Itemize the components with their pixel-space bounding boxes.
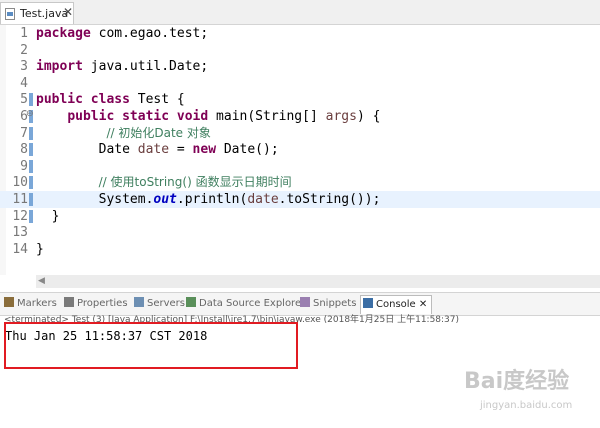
fold-icon[interactable]: ⊖ xyxy=(26,109,34,119)
change-marker xyxy=(29,143,33,157)
code-text: public static void main(String[] args) { xyxy=(67,109,381,124)
view-tab-label: Data Source Explorer xyxy=(199,298,306,309)
editor-tab-bar: Test.java ✕ xyxy=(0,0,600,25)
java-file-icon xyxy=(5,8,15,20)
line-number: 13 xyxy=(12,225,28,241)
view-tab-label: Snippets xyxy=(313,298,357,309)
code-text: } xyxy=(36,208,60,224)
view-tab-markers[interactable]: Markers xyxy=(4,297,57,311)
view-tab-console[interactable]: Console ✕ xyxy=(360,295,433,314)
code-line[interactable]: 1 package com.egao.test; xyxy=(0,25,600,42)
change-marker xyxy=(29,193,33,206)
line-number: 6 xyxy=(20,109,28,124)
code-text: // 使用toString() 函数显示日期时间 xyxy=(98,175,292,190)
code-line[interactable]: 8 Date date = new Date(); xyxy=(0,141,600,158)
code-line[interactable]: 6 ⊖ public static void main(String[] args… xyxy=(0,108,600,125)
code-line[interactable]: 14} xyxy=(0,241,600,258)
view-tab-properties[interactable]: Properties xyxy=(64,297,128,311)
line-number: 10 xyxy=(12,175,28,191)
code-text: package com.egao.test; xyxy=(36,26,209,41)
views-tab-bar: Markers Properties Servers Data Source Expl… xyxy=(0,292,600,316)
code-line[interactable]: 9 xyxy=(0,158,600,175)
view-tab-label: Markers xyxy=(17,298,57,309)
code-line[interactable]: 7 // 初始化Date 对象 xyxy=(0,125,600,142)
line-number: 12 xyxy=(12,208,28,224)
code-line[interactable]: 11 System.out.println(date.toString()); xyxy=(0,191,600,208)
console-icon xyxy=(363,298,373,308)
view-tab-data-source-explorer[interactable]: Data Source Explorer xyxy=(186,297,305,311)
view-tab-servers[interactable]: Servers xyxy=(134,297,185,311)
view-tab-label: Properties xyxy=(77,298,128,309)
watermark-logo: Bai度经验 xyxy=(464,369,570,394)
servers-icon xyxy=(134,297,144,307)
code-text: Date date = new Date(); xyxy=(36,142,279,158)
code-line[interactable]: 3 import java.util.Date; xyxy=(0,58,600,75)
horizontal-scrollbar[interactable]: ◀ xyxy=(36,275,600,288)
view-tab-label: Console xyxy=(376,299,416,310)
view-tab-snippets[interactable]: Snippets xyxy=(300,297,356,311)
line-number: 8 xyxy=(20,142,28,158)
code-line[interactable]: 10 // 使用toString() 函数显示日期时间 xyxy=(0,174,600,191)
snippets-icon xyxy=(300,297,310,307)
line-number: 7 xyxy=(20,125,28,141)
change-marker xyxy=(29,176,33,190)
close-icon[interactable]: ✕ xyxy=(63,5,73,19)
code-line[interactable]: 12 } xyxy=(0,208,600,225)
code-line[interactable]: 5 public class Test { xyxy=(0,91,600,108)
scroll-left-icon[interactable]: ◀ xyxy=(38,276,45,286)
line-number: 11 xyxy=(12,192,28,207)
view-tab-label: Servers xyxy=(147,298,186,309)
line-number: 14 xyxy=(12,241,28,257)
line-number: 9 xyxy=(20,158,28,174)
annotation-highlight-box xyxy=(4,322,298,369)
line-number: 4 xyxy=(20,75,28,91)
properties-icon xyxy=(64,297,74,307)
code-text: System.out.println(date.toString()); xyxy=(36,192,381,207)
code-line[interactable]: 4 xyxy=(0,75,600,92)
watermark-url: jingyan.baidu.com xyxy=(480,400,573,411)
data-source-explorer-icon xyxy=(186,297,196,307)
change-marker xyxy=(29,93,33,107)
change-marker xyxy=(29,209,33,223)
line-number: 3 xyxy=(20,59,28,75)
code-text: } xyxy=(36,241,44,257)
change-marker xyxy=(29,126,33,140)
editor-tab-label: Test.java xyxy=(20,7,69,20)
code-line[interactable]: 13 xyxy=(0,224,600,241)
line-number: 5 xyxy=(20,92,28,108)
line-number: 1 xyxy=(20,26,28,41)
close-icon[interactable]: ✕ xyxy=(419,299,427,310)
code-editor[interactable]: 1 package com.egao.test; 2 3 import java.uti… xyxy=(0,25,600,275)
code-line[interactable]: 2 xyxy=(0,42,600,59)
markers-icon xyxy=(4,297,14,307)
editor-tab-test-java[interactable]: Test.java ✕ xyxy=(0,2,74,24)
change-marker xyxy=(29,159,33,173)
code-text: import java.util.Date; xyxy=(36,59,209,75)
code-text: // 初始化Date 对象 xyxy=(106,125,211,140)
code-text: public class Test { xyxy=(36,92,185,108)
line-number: 2 xyxy=(20,42,28,58)
